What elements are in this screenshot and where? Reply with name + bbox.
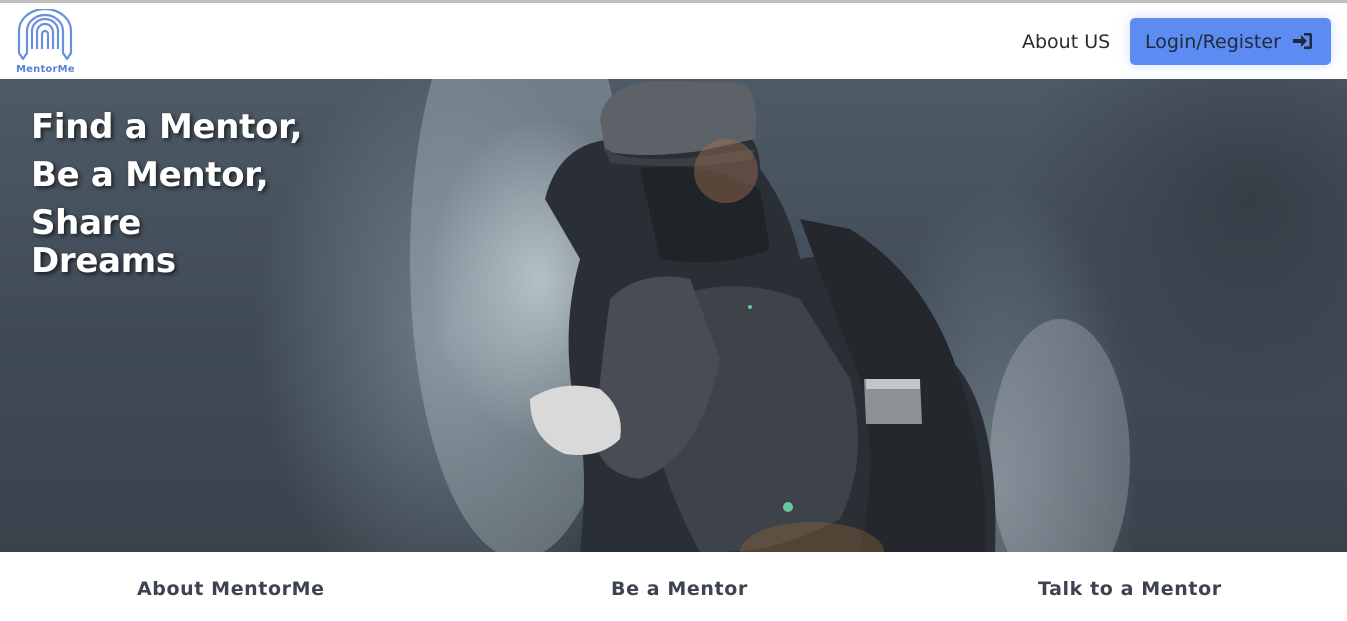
about-mentorme-link[interactable]: About MentorMe xyxy=(137,578,325,600)
be-a-mentor-link[interactable]: Be a Mentor xyxy=(611,578,748,600)
brand-logo[interactable]: MentorMe xyxy=(14,9,78,79)
navbar: MentorMe About US Login/Register xyxy=(0,3,1347,79)
hero-line: Dreams xyxy=(31,241,176,281)
hero-line: Be a Mentor, xyxy=(31,155,269,195)
sign-in-icon xyxy=(1293,32,1313,55)
login-register-label: Login/Register xyxy=(1145,30,1281,53)
talk-to-a-mentor-link[interactable]: Talk to a Mentor xyxy=(1038,578,1222,600)
hero-tagline: Find a Mentor, Be a Mentor, Share Dreams xyxy=(31,103,303,281)
login-register-button[interactable]: Login/Register xyxy=(1130,18,1331,65)
hero-line: Find a Mentor, xyxy=(31,107,303,147)
nav-about-us-link[interactable]: About US xyxy=(1022,31,1110,53)
feature-links: About MentorMe Be a Mentor Talk to a Men… xyxy=(0,552,1347,621)
hero-line: Share xyxy=(31,203,141,243)
brand-name: MentorMe xyxy=(16,64,75,75)
arch-pencils-logo-icon xyxy=(17,9,73,61)
hero-banner: Find a Mentor, Be a Mentor, Share Dreams xyxy=(0,79,1347,552)
